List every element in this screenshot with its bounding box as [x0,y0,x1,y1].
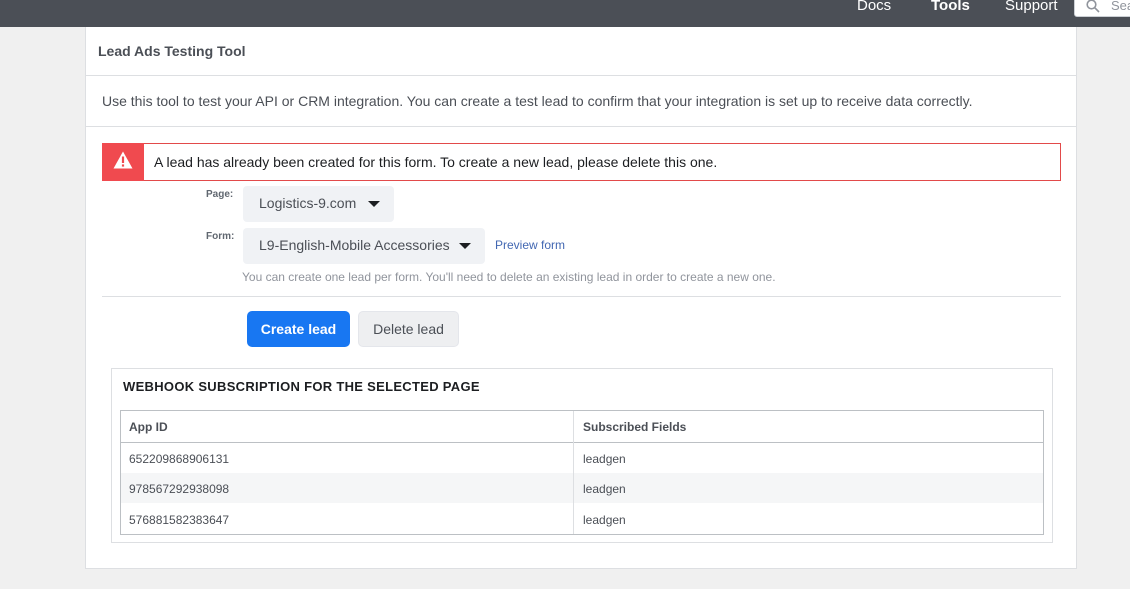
page-select[interactable]: Logistics-9.com [243,186,394,222]
search-icon [1086,0,1100,13]
page-select-value: Logistics-9.com [259,195,357,211]
panel-title: Lead Ads Testing Tool [98,43,246,59]
table-row: 978567292938098 leadgen [121,473,1043,503]
app-id-cell: 576881582383647 [129,513,230,527]
top-navigation-bar: Docs Tools Support Search [0,0,1130,27]
alert-message: A lead has already been created for this… [154,154,718,170]
column-header-subscribed-fields: Subscribed Fields [583,420,687,434]
nav-tools-link[interactable]: Tools [931,0,970,15]
warning-icon [113,151,133,169]
delete-lead-button[interactable]: Delete lead [358,311,459,347]
webhook-section-title: WEBHOOK SUBSCRIPTION FOR THE SELECTED PA… [123,379,480,394]
error-alert: A lead has already been created for this… [102,143,1061,181]
alert-icon-box [102,143,144,181]
divider [86,126,1076,127]
webhook-subscription-section: WEBHOOK SUBSCRIPTION FOR THE SELECTED PA… [111,368,1053,543]
nav-support-link[interactable]: Support [1005,0,1058,15]
form-select[interactable]: L9-English-Mobile Accessories [243,228,485,264]
divider [86,75,1076,76]
nav-docs-link[interactable]: Docs [857,0,891,15]
divider [102,296,1061,297]
create-lead-button[interactable]: Create lead [247,311,350,347]
search-placeholder: Search [1111,0,1130,13]
caret-down-icon [459,243,471,249]
column-header-app-id: App ID [129,420,168,434]
page-label: Page: [206,189,234,200]
form-label: Form: [206,231,235,242]
subscribed-fields-cell: leadgen [583,513,626,527]
table-row: 652209868906131 leadgen [121,443,1043,473]
lead-ads-testing-panel: Lead Ads Testing Tool Use this tool to t… [85,27,1077,569]
column-divider [573,411,574,534]
table-header: App ID Subscribed Fields [121,411,1043,443]
form-select-value: L9-English-Mobile Accessories [259,237,450,253]
search-input[interactable]: Search [1074,0,1130,17]
intro-text: Use this tool to test your API or CRM in… [102,93,973,109]
caret-down-icon [368,201,380,207]
subscribed-fields-cell: leadgen [583,452,626,466]
webhook-table: App ID Subscribed Fields 652209868906131… [120,410,1044,535]
helper-text: You can create one lead per form. You'll… [242,270,776,284]
subscribed-fields-cell: leadgen [583,482,626,496]
app-id-cell: 652209868906131 [129,452,230,466]
preview-form-link[interactable]: Preview form [495,238,565,252]
table-row: 576881582383647 leadgen [121,503,1043,533]
app-id-cell: 978567292938098 [129,482,230,496]
